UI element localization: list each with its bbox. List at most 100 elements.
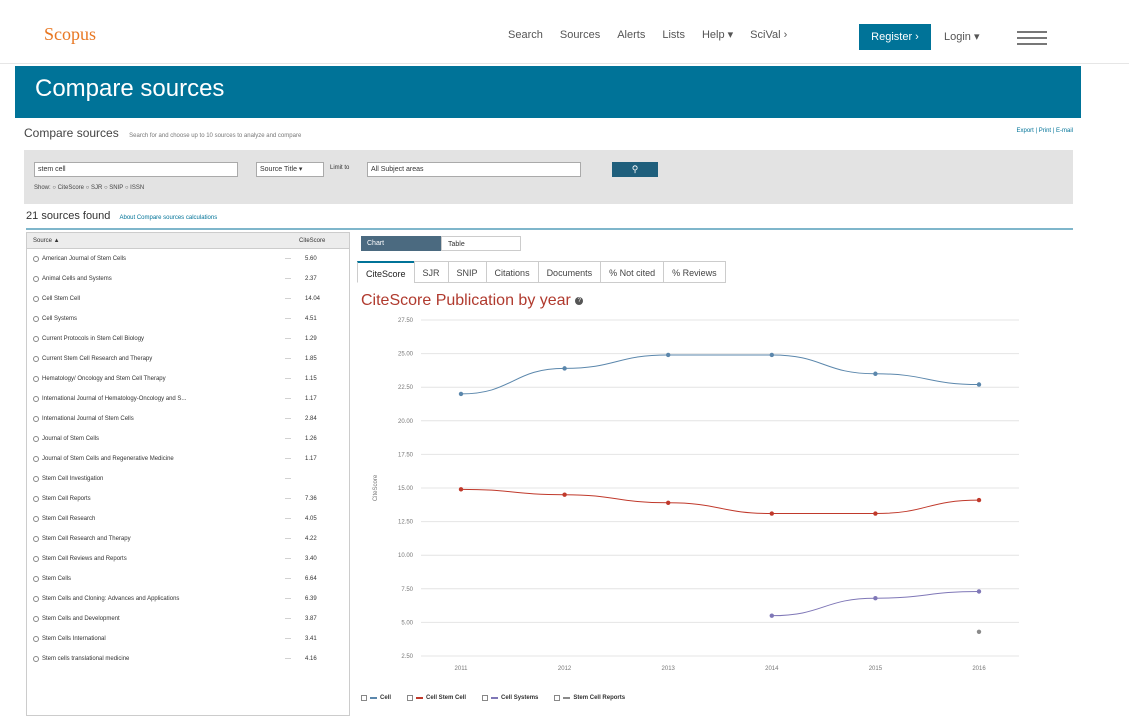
legend-item[interactable]: Stem Cell Reports [554,695,625,701]
source-checkbox[interactable] [33,576,39,582]
list-item[interactable]: American Journal of Stem Cells — 5.60 [27,249,349,269]
register-button[interactable]: Register › [859,24,931,50]
source-checkbox[interactable] [33,516,39,522]
list-header: Source ▲ CiteScore [27,233,349,249]
list-item[interactable]: Stem cells translational medicine — 4.16 [27,649,349,669]
radio-issn[interactable]: ISSN [130,185,144,191]
sort-source-header[interactable]: Source ▲ [33,233,60,249]
nav-sources[interactable]: Sources [560,29,600,41]
tab-not-cited[interactable]: % Not cited [600,261,664,283]
legend-checkbox[interactable] [361,695,367,701]
source-checkbox[interactable] [33,476,39,482]
chart-view-button[interactable]: Chart [361,236,441,251]
list-item[interactable]: Cell Stem Cell — 14.04 [27,289,349,309]
list-item[interactable]: Stem Cells and Development — 3.87 [27,609,349,629]
tab-snip[interactable]: SNIP [447,261,486,283]
nav-lists[interactable]: Lists [662,29,685,41]
trend-dash: — [285,376,291,382]
source-checkbox[interactable] [33,296,39,302]
source-checkbox[interactable] [33,356,39,362]
source-checkbox[interactable] [33,396,39,402]
about-link[interactable]: About Compare sources calculations [119,215,217,221]
source-checkbox[interactable] [33,316,39,322]
table-view-button[interactable]: Table [441,236,521,251]
trend-dash: — [285,456,291,462]
export-link[interactable]: Export [1016,128,1033,134]
legend-checkbox[interactable] [407,695,414,701]
menu-icon[interactable] [1017,31,1047,49]
source-checkbox[interactable] [33,276,39,282]
tab-citations[interactable]: Citations [485,261,538,283]
list-item[interactable]: Hematology/ Oncology and Stem Cell Thera… [27,369,349,389]
source-checkbox[interactable] [33,336,39,342]
list-item[interactable]: Current Protocols in Stem Cell Biology — 1… [27,329,349,349]
legend-item[interactable]: Cell Stem Cell [407,695,466,701]
print-link[interactable]: Print [1039,128,1051,134]
source-type-select[interactable]: Source Title ▾ [256,162,324,177]
source-checkbox[interactable] [33,636,39,642]
source-name: Journal of Stem Cells and Regenerative M… [42,456,174,462]
source-name: Stem cells translational medicine [42,656,130,662]
source-checkbox[interactable] [33,656,39,662]
list-item[interactable]: International Journal of Stem Cells — 2.84 [27,409,349,429]
source-checkbox[interactable] [33,596,39,602]
source-name: American Journal of Stem Cells [42,256,127,262]
list-item[interactable]: International Journal of Hematology-Onco… [27,389,349,409]
radio-sjr[interactable]: SJR [91,185,102,191]
help-icon[interactable]: ? [575,296,584,305]
source-name: Stem Cell Investigation [42,476,104,482]
source-checkbox[interactable] [33,376,39,382]
subject-select[interactable]: All Subject areas [367,162,581,177]
source-citescore: 3.41 [305,636,317,642]
source-name: Stem Cells International [42,636,106,642]
source-citescore: 4.05 [305,516,317,522]
list-item[interactable]: Journal of Stem Cells — 1.26 [27,429,349,449]
search-input[interactable]: stem cell [34,162,238,177]
nav-scival[interactable]: SciVal › [750,29,787,41]
citescore-header[interactable]: CiteScore [299,233,325,249]
list-item[interactable]: Cell Systems — 4.51 [27,309,349,329]
source-checkbox[interactable] [33,536,39,542]
tab-reviews[interactable]: % Reviews [663,261,726,283]
list-item[interactable]: Stem Cell Investigation — [27,469,349,489]
list-item[interactable]: Journal of Stem Cells and Regenerative M… [27,449,349,469]
list-item[interactable]: Stem Cells and Cloning: Advances and App… [27,589,349,609]
source-name: Current Protocols in Stem Cell Biology [42,336,145,342]
list-item[interactable]: Stem Cells — 6.64 [27,569,349,589]
list-item[interactable]: Stem Cells International — 3.41 [27,629,349,649]
tab-sjr[interactable]: SJR [413,261,448,283]
legend-item[interactable]: Cell Systems [482,695,538,701]
source-name: Stem Cells and Development [42,616,120,622]
radio-citescore[interactable]: CiteScore [58,185,84,191]
list-item[interactable]: Stem Cell Research — 4.05 [27,509,349,529]
email-link[interactable]: E-mail [1056,128,1073,134]
list-item[interactable]: Animal Cells and Systems — 2.37 [27,269,349,289]
source-checkbox[interactable] [33,416,39,422]
list-item[interactable]: Stem Cell Research and Therapy — 4.22 [27,529,349,549]
source-checkbox[interactable] [33,256,39,262]
list-item[interactable]: Stem Cell Reports — 7.36 [27,489,349,509]
search-button[interactable]: ⚲ [612,162,658,177]
scopus-logo[interactable]: Scopus [44,24,96,45]
show-options: Show: ○ CiteScore ○ SJR ○ SNIP ○ ISSN [34,185,145,191]
login-menu[interactable]: Login ▾ [944,30,980,43]
source-checkbox[interactable] [33,556,39,562]
chart-title-text: CiteScore Publication by year [361,292,571,309]
list-item[interactable]: Stem Cell Reviews and Reports — 3.40 [27,549,349,569]
nav-search[interactable]: Search [508,29,543,41]
source-checkbox[interactable] [33,456,39,462]
source-checkbox[interactable] [33,616,39,622]
list-item[interactable]: Current Stem Cell Research and Therapy — 1… [27,349,349,369]
nav-alerts[interactable]: Alerts [617,29,645,41]
nav-help[interactable]: Help ▾ [702,28,733,41]
legend-checkbox[interactable] [482,695,489,701]
tab-documents[interactable]: Documents [537,261,601,283]
radio-snip[interactable]: SNIP [109,185,123,191]
source-checkbox[interactable] [33,496,39,502]
trend-dash: — [285,336,291,342]
legend-checkbox[interactable] [554,695,561,701]
legend-item[interactable]: Cell [361,695,391,701]
tab-citescore[interactable]: CiteScore [357,261,414,283]
legend-label: Cell [380,695,392,701]
source-checkbox[interactable] [33,436,39,442]
